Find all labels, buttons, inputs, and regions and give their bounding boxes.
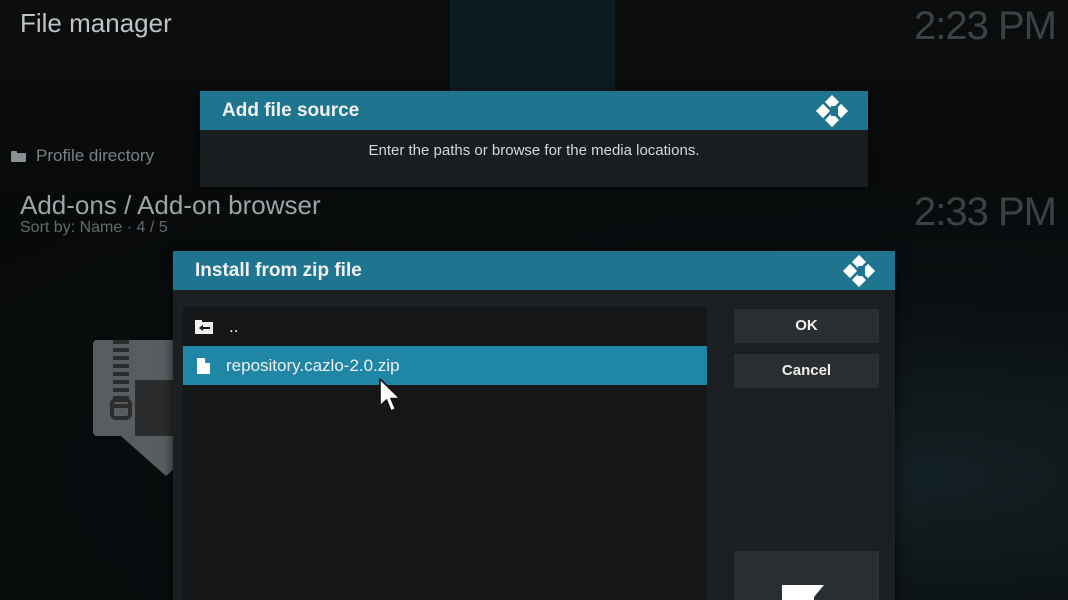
sort-info: Sort by: Name · 4 / 5: [20, 219, 168, 236]
ok-button[interactable]: OK: [734, 309, 879, 343]
file-icon: [197, 357, 210, 374]
background-art: [450, 0, 615, 95]
add-file-source-dialog: Add file source Enter the paths or brows…: [200, 91, 868, 187]
page-title: File manager: [20, 8, 172, 38]
clock: 2:23 PM: [914, 4, 1057, 48]
file-list[interactable]: .. repository.cazlo-2.0.zip: [183, 307, 707, 600]
dialog-header: Add file source: [200, 91, 868, 130]
parent-folder-icon: [195, 319, 213, 334]
dialog-title: Install from zip file: [195, 259, 362, 281]
dialog-header: Install from zip file: [173, 251, 895, 290]
dialog-buttons: OK Cancel: [734, 309, 879, 399]
profile-directory-item[interactable]: Profile directory: [11, 146, 154, 166]
dialog-message: Enter the paths or browse for the media …: [368, 142, 700, 159]
install-from-zip-dialog: Install from zip file .. repository.cazl…: [173, 251, 895, 600]
page-title: Add-ons / Add-on browser: [20, 190, 321, 220]
mouse-cursor-icon: [379, 378, 401, 412]
kodi-logo-icon: [842, 254, 876, 287]
profile-directory-label: Profile directory: [36, 146, 155, 165]
file-manager-screen: File manager 2:23 PM Profile directory A…: [0, 0, 1068, 190]
list-item-zip-file[interactable]: repository.cazlo-2.0.zip: [183, 346, 707, 385]
file-preview-panel: [734, 551, 879, 600]
document-icon: [782, 585, 824, 600]
folder-icon: [11, 150, 26, 162]
cancel-button[interactable]: Cancel: [734, 354, 879, 388]
clock: 2:33 PM: [914, 190, 1057, 234]
list-item-parent-directory[interactable]: ..: [183, 307, 707, 346]
addon-browser-screen: Add-ons / Add-on browser Sort by: Name ·…: [0, 190, 1068, 600]
dialog-title: Add file source: [222, 99, 360, 121]
list-item-label: repository.cazlo-2.0.zip: [226, 355, 400, 375]
list-item-label: ..: [229, 316, 239, 336]
kodi-logo-icon: [815, 94, 849, 127]
zip-install-icon: [93, 340, 211, 480]
